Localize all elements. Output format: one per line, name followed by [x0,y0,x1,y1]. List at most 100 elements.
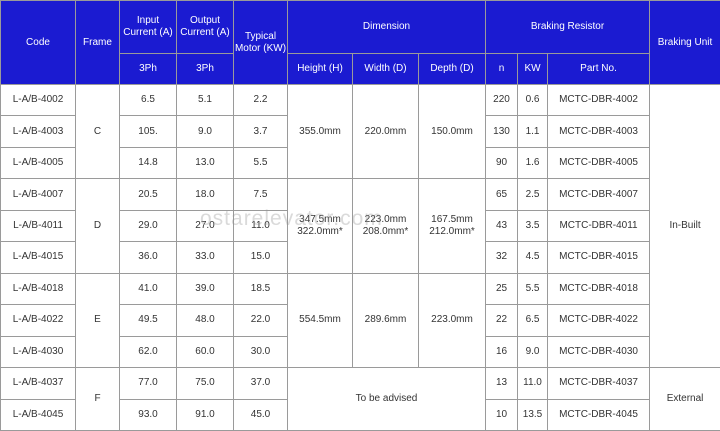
cell-output: 60.0 [176,335,234,369]
cell-output: 13.0 [176,146,234,180]
cell-height: 554.5mm [287,272,353,369]
cell-motor: 45.0 [233,398,288,431]
header-braking-resistor: Braking Resistor [485,0,651,54]
cell-n: 65 [485,178,519,211]
cell-motor: 37.0 [233,367,288,400]
cell-input: 29.0 [119,209,177,243]
cell-code: L-A/B-4015 [0,241,76,274]
cell-input: 49.5 [119,304,177,337]
cell-motor: 3.7 [233,115,288,148]
cell-part-no: MCTC-DBR-4015 [547,241,651,274]
header-dimension: Dimension [286,0,487,54]
cell-code: L-A/B-4018 [0,272,76,306]
cell-input: 93.0 [119,398,177,431]
cell-n: 22 [485,304,519,337]
height-value: 347.5mm [299,214,341,226]
depth-value: 167.5mm [431,214,473,226]
header-height: Height (H) [287,53,353,85]
cell-output: 18.0 [176,178,234,211]
header-frame: Frame [75,0,120,85]
header-input-current: Input Current (A) [119,0,177,54]
cell-n: 10 [485,398,519,431]
header-braking-unit: Braking Unit [649,0,720,85]
cell-code: L-A/B-4007 [0,178,76,211]
cell-motor: 15.0 [233,241,288,274]
cell-part-no: MCTC-DBR-4018 [547,272,651,306]
cell-input: 62.0 [119,335,177,369]
cell-code: L-A/B-4003 [0,115,76,148]
cell-n: 220 [485,83,519,117]
cell-motor: 11.0 [233,209,288,243]
cell-part-no: MCTC-DBR-4045 [547,398,651,431]
cell-part-no: MCTC-DBR-4037 [547,367,651,400]
cell-n: 25 [485,272,519,306]
cell-kw: 6.5 [517,304,549,337]
cell-kw: 4.5 [517,241,549,274]
cell-braking-unit: External [649,367,720,431]
cell-input: 6.5 [119,83,177,117]
height-value-alt: 322.0mm* [297,226,343,238]
cell-n: 32 [485,241,519,274]
cell-depth: 167.5mm 212.0mm* [417,178,487,274]
cell-depth: 150.0mm [417,83,487,180]
table-row: L-A/B-4002 C 6.5 5.1 2.2 355.0mm 220.0mm… [0,83,720,369]
cell-braking-unit: In-Built [649,83,720,369]
table-row: L-A/B-4007 D 20.5 18.0 7.5 347.5mm 322.0… [0,178,720,274]
cell-part-no: MCTC-DBR-4030 [547,335,651,369]
cell-input: 14.8 [119,146,177,180]
cell-output: 48.0 [176,304,234,337]
cell-kw: 3.5 [517,209,549,243]
cell-part-no: MCTC-DBR-4007 [547,178,651,211]
header-output-current: Output Current (A) [176,0,234,54]
cell-input: 105. [119,115,177,148]
cell-output: 27.0 [176,209,234,243]
cell-n: 16 [485,335,519,369]
cell-kw: 9.0 [517,335,549,369]
cell-part-no: MCTC-DBR-4002 [547,83,651,117]
cell-frame: D [75,178,120,274]
inverter-spec-table: Code Frame Input Current (A) Output Curr… [0,0,720,431]
cell-output: 9.0 [176,115,234,148]
header-code: Code [0,0,76,85]
cell-motor: 7.5 [233,178,288,211]
cell-n: 13 [485,367,519,400]
cell-motor: 30.0 [233,335,288,369]
cell-code: L-A/B-4022 [0,304,76,337]
cell-depth: 223.0mm [417,272,487,369]
width-value: 223.0mm [364,214,407,226]
cell-kw: 13.5 [517,398,549,431]
header-input-phase: 3Ph [119,53,177,85]
cell-kw: 0.6 [517,83,549,117]
cell-width: 220.0mm [352,83,419,180]
spec-table-container: Code Frame Input Current (A) Output Curr… [0,0,720,431]
cell-width: 223.0mm 208.0mm* [352,178,419,274]
table-row: L-A/B-4037 F 77.0 75.0 37.0 To be advise… [0,367,720,431]
depth-value-alt: 212.0mm* [429,226,475,238]
cell-kw: 1.1 [517,115,549,148]
cell-width: 289.6mm [352,272,419,369]
cell-output: 91.0 [176,398,234,431]
cell-part-no: MCTC-DBR-4005 [547,146,651,180]
cell-motor: 18.5 [233,272,288,306]
cell-part-no: MCTC-DBR-4011 [547,209,651,243]
cell-kw: 5.5 [517,272,549,306]
cell-code: L-A/B-4037 [0,367,76,400]
cell-output: 75.0 [176,367,234,400]
cell-code: L-A/B-4005 [0,146,76,180]
cell-output: 5.1 [176,83,234,117]
header-output-phase: 3Ph [176,53,234,85]
cell-n: 43 [485,209,519,243]
cell-output: 33.0 [176,241,234,274]
cell-kw: 1.6 [517,146,549,180]
header-kw: KW [517,53,549,85]
cell-motor: 22.0 [233,304,288,337]
cell-input: 20.5 [119,178,177,211]
cell-part-no: MCTC-DBR-4003 [547,115,651,148]
cell-input: 77.0 [119,367,177,400]
header-typical-motor: Typical Motor (KW) [233,0,288,85]
cell-dimension-note: To be advised [286,367,487,431]
header-depth: Depth (D) [417,53,487,85]
cell-part-no: MCTC-DBR-4022 [547,304,651,337]
cell-n: 130 [485,115,519,148]
cell-motor: 2.2 [233,83,288,117]
